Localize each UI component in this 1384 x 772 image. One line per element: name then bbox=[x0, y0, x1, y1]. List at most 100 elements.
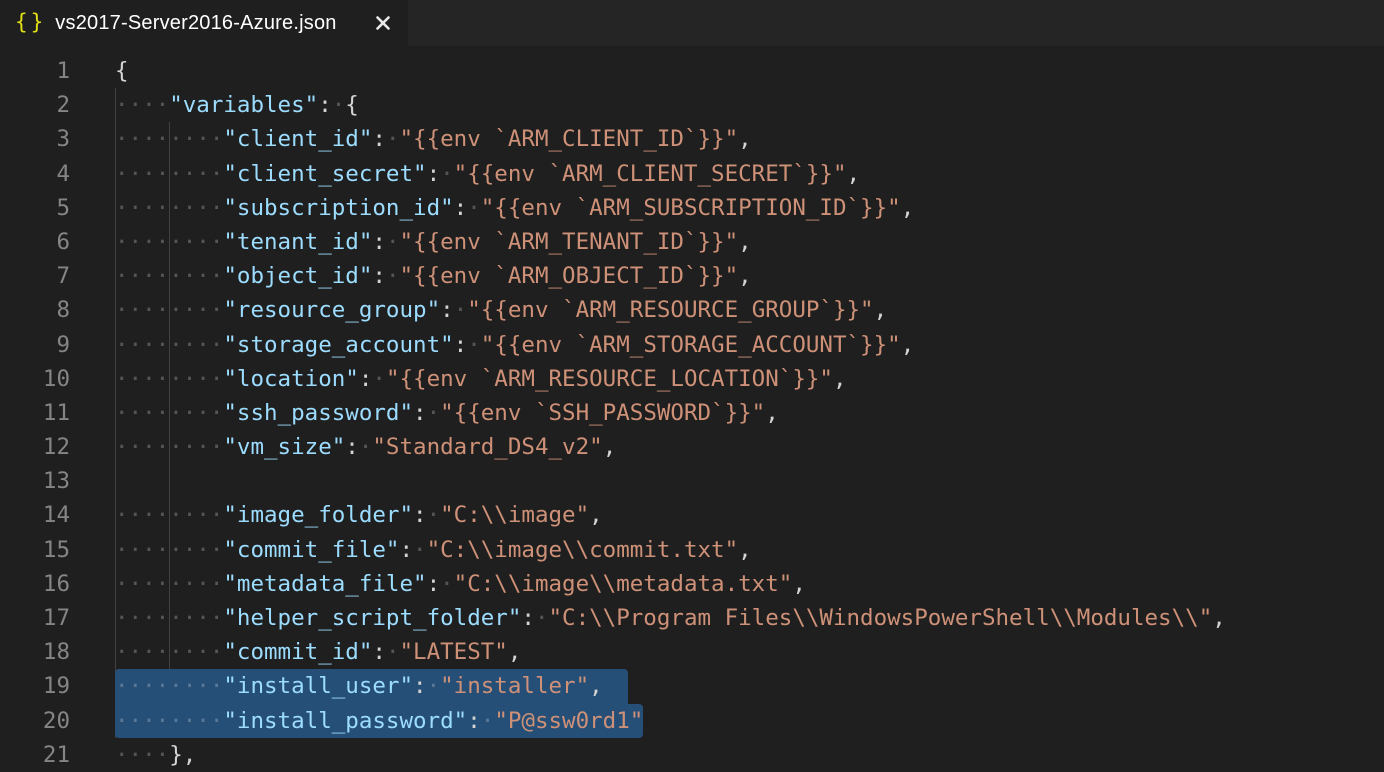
code-line[interactable]: 15········"commit_file":·"C:\\image\\com… bbox=[0, 533, 1384, 567]
json-key: "client_id" bbox=[223, 126, 372, 152]
line-number[interactable]: 15 bbox=[0, 533, 70, 567]
line-number[interactable]: 4 bbox=[0, 157, 70, 191]
line-number[interactable]: 18 bbox=[0, 635, 70, 669]
code-line[interactable]: 11 ········"ssh_password":·"{{env `SSH_PA… bbox=[0, 396, 1384, 430]
json-punctuation: : bbox=[413, 502, 427, 528]
line-number[interactable]: 2 bbox=[0, 88, 70, 122]
json-string-value: "C:\\image\\commit.txt" bbox=[427, 537, 739, 563]
json-punctuation: , bbox=[874, 297, 888, 323]
json-punctuation: : bbox=[440, 297, 454, 323]
code-line[interactable]: 1{ bbox=[0, 54, 1384, 88]
whitespace-dots: · bbox=[359, 434, 373, 460]
line-number[interactable]: 11 bbox=[0, 396, 70, 430]
code-line[interactable]: 2····"variables":·{ bbox=[0, 88, 1384, 122]
tab-bar: {} vs2017-Server2016-Azure.json bbox=[0, 0, 1384, 46]
code-line[interactable]: 19········"install_user":·"installer", bbox=[0, 669, 1384, 703]
whitespace-dots: ···· bbox=[115, 92, 169, 118]
json-punctuation: : bbox=[427, 571, 441, 597]
line-number[interactable]: 12 bbox=[0, 430, 70, 464]
json-punctuation: : bbox=[399, 537, 413, 563]
json-string-value: "{{env `ARM_STORAGE_ACCOUNT`}}" bbox=[481, 332, 901, 358]
close-tab-icon[interactable] bbox=[372, 12, 394, 34]
close-icon-glyph bbox=[375, 15, 391, 31]
whitespace-dots: ········ bbox=[115, 571, 223, 597]
whitespace-dots: · bbox=[413, 537, 427, 563]
code-line[interactable]: 5 ········"subscription_id":·"{{env `ARM_… bbox=[0, 191, 1384, 225]
code-text: ········"location":·"{{env `ARM_RESOURCE… bbox=[115, 362, 847, 396]
json-punctuation: : bbox=[427, 161, 441, 187]
code-text: ········"vm_size":·"Standard_DS4_v2", bbox=[115, 430, 616, 464]
code-text: ········"image_folder":·"C:\\image", bbox=[115, 498, 603, 532]
line-number[interactable]: 21 bbox=[0, 738, 70, 772]
line-number[interactable]: 3 bbox=[0, 122, 70, 156]
code-line[interactable]: 6········"tenant_id":·"{{env `ARM_TENANT… bbox=[0, 225, 1384, 259]
line-number[interactable]: 16 bbox=[0, 567, 70, 601]
code-line[interactable]: 10 ········"location":·"{{env `ARM_RESOUR… bbox=[0, 362, 1384, 396]
json-punctuation: , bbox=[603, 434, 617, 460]
whitespace-dots: ········ bbox=[115, 639, 223, 665]
code-text: ········"client_secret":·"{{env `ARM_CLI… bbox=[115, 157, 860, 191]
code-line[interactable]: 4 ········"client_secret":·"{{env `ARM_CL… bbox=[0, 157, 1384, 191]
json-string-value: "P@ssw0rd1" bbox=[494, 708, 643, 734]
whitespace-dots: ········ bbox=[115, 605, 223, 631]
json-string-value: "{{env `ARM_OBJECT_ID`}}" bbox=[399, 263, 738, 289]
line-number[interactable]: 5 bbox=[0, 191, 70, 225]
line-number[interactable]: 9 bbox=[0, 328, 70, 362]
whitespace-dots: · bbox=[386, 639, 400, 665]
json-punctuation: }, bbox=[169, 742, 196, 768]
line-number[interactable]: 19 bbox=[0, 669, 70, 703]
json-file-icon: {} bbox=[15, 10, 46, 34]
code-line[interactable]: 14 ········"image_folder":·"C:\\image", bbox=[0, 498, 1384, 532]
json-key: "metadata_file" bbox=[223, 571, 426, 597]
json-string-value: "Standard_DS4_v2" bbox=[372, 434, 602, 460]
whitespace-dots: · bbox=[467, 195, 481, 221]
code-editor[interactable]: 1{2····"variables":·{3········"client_id… bbox=[0, 46, 1384, 772]
code-line[interactable]: 8········"resource_group":·"{{env `ARM_R… bbox=[0, 293, 1384, 327]
json-punctuation: : bbox=[454, 332, 468, 358]
code-line[interactable]: 9········"storage_account":·"{{env `ARM_… bbox=[0, 328, 1384, 362]
json-string-value: "{{env `ARM_CLIENT_SECRET`}}" bbox=[454, 161, 847, 187]
json-key: "ssh_password" bbox=[223, 400, 413, 426]
code-text: ········"tenant_id":·"{{env `ARM_TENANT_… bbox=[115, 225, 752, 259]
json-key: "install_user" bbox=[223, 673, 413, 699]
whitespace-dots: ········ bbox=[115, 263, 223, 289]
json-key: "helper_script_folder" bbox=[223, 605, 521, 631]
json-key: "resource_group" bbox=[223, 297, 440, 323]
line-number[interactable]: 8 bbox=[0, 293, 70, 327]
code-text: ········"subscription_id":·"{{env `ARM_S… bbox=[115, 191, 914, 225]
whitespace-dots: ········ bbox=[115, 297, 223, 323]
code-line[interactable]: 3········"client_id":·"{{env `ARM_CLIENT… bbox=[0, 122, 1384, 156]
line-number[interactable]: 20 bbox=[0, 704, 70, 738]
json-key: "image_folder" bbox=[223, 502, 413, 528]
whitespace-dots: · bbox=[440, 571, 454, 597]
line-number[interactable]: 1 bbox=[0, 54, 70, 88]
json-string-value: "C:\\Program Files\\WindowsPowerShell\\M… bbox=[548, 605, 1212, 631]
json-punctuation: , bbox=[765, 400, 779, 426]
line-number[interactable]: 6 bbox=[0, 225, 70, 259]
json-punctuation: , bbox=[589, 502, 603, 528]
code-line[interactable]: 13 bbox=[0, 464, 1384, 498]
json-punctuation: : bbox=[359, 366, 373, 392]
json-punctuation: , bbox=[901, 195, 915, 221]
whitespace-dots: · bbox=[386, 229, 400, 255]
whitespace-dots: · bbox=[332, 92, 346, 118]
code-line[interactable]: 21····}, bbox=[0, 738, 1384, 772]
code-line[interactable]: 20········"install_password":·"P@ssw0rd1… bbox=[0, 704, 1384, 738]
line-number[interactable]: 17 bbox=[0, 601, 70, 635]
line-number[interactable]: 7 bbox=[0, 259, 70, 293]
code-line[interactable]: 18········"commit_id":·"LATEST", bbox=[0, 635, 1384, 669]
json-key: "client_secret" bbox=[223, 161, 426, 187]
line-number[interactable]: 13 bbox=[0, 464, 70, 498]
whitespace-dots: · bbox=[372, 366, 386, 392]
line-number[interactable]: 14 bbox=[0, 498, 70, 532]
json-key: "tenant_id" bbox=[223, 229, 372, 255]
code-line[interactable]: 7········"object_id":·"{{env `ARM_OBJECT… bbox=[0, 259, 1384, 293]
code-line[interactable]: 17········"helper_script_folder":·"C:\\P… bbox=[0, 601, 1384, 635]
code-line[interactable]: 12 ········"vm_size":·"Standard_DS4_v2", bbox=[0, 430, 1384, 464]
line-number[interactable]: 10 bbox=[0, 362, 70, 396]
json-punctuation: : bbox=[413, 400, 427, 426]
code-text: ········"ssh_password":·"{{env `SSH_PASS… bbox=[115, 396, 779, 430]
tab-vs2017-server2016-azure-json[interactable]: {} vs2017-Server2016-Azure.json bbox=[0, 0, 408, 46]
json-string-value: "{{env `ARM_CLIENT_ID`}}" bbox=[399, 126, 738, 152]
code-line[interactable]: 16········"metadata_file":·"C:\\image\\m… bbox=[0, 567, 1384, 601]
